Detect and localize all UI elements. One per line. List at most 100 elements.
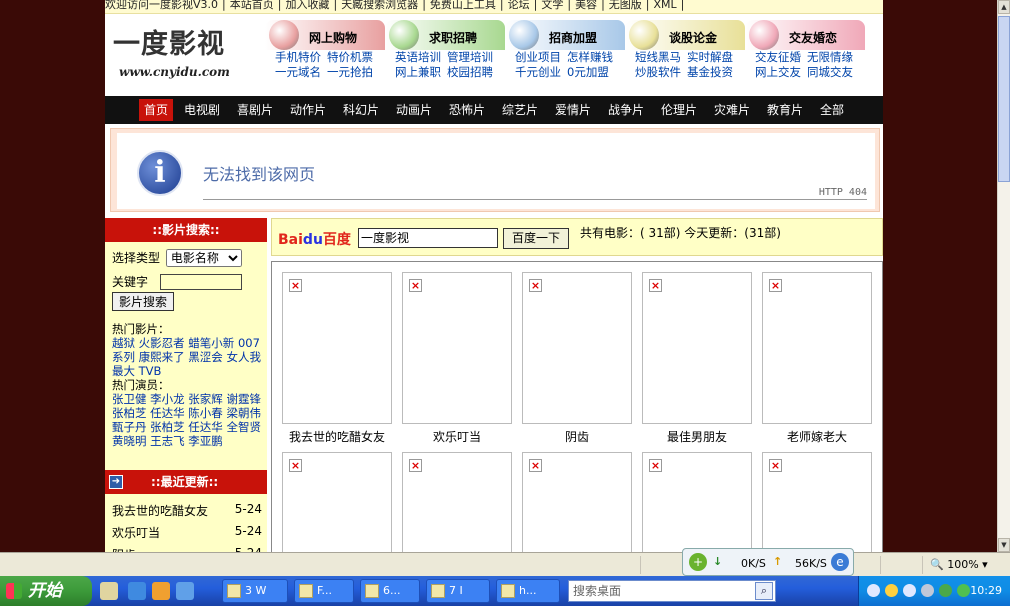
movie-poster[interactable]: × — [762, 272, 872, 424]
desktop-search[interactable]: 搜索桌面 ⌕ — [568, 580, 776, 602]
category-link[interactable]: 校园招聘 — [447, 65, 493, 79]
category-link[interactable]: 创业项目 — [515, 50, 561, 64]
category-link[interactable]: 同城交友 — [807, 65, 853, 79]
keyword-input[interactable] — [159, 273, 242, 290]
tray-icon[interactable] — [867, 584, 880, 597]
zoom-level[interactable]: 🔍 100% ▾ — [930, 558, 988, 571]
nav-item[interactable]: 综艺片 — [497, 99, 543, 121]
shield-icon[interactable] — [957, 584, 970, 597]
movie-poster[interactable]: × — [522, 452, 632, 552]
category-link[interactable]: 基金投资 — [687, 65, 733, 79]
movie-title[interactable]: 阴齿 — [522, 428, 632, 445]
category-link[interactable]: 0元加盟 — [567, 65, 609, 79]
category-link[interactable]: 网上兼职 — [395, 65, 441, 79]
baidu-search-button[interactable]: 百度一下 — [503, 228, 569, 249]
taskbar-window-button[interactable]: F... — [294, 579, 354, 603]
nav-item[interactable]: 伦理片 — [656, 99, 702, 121]
nav-item[interactable]: 教育片 — [762, 99, 808, 121]
movie-card[interactable]: × 老师嫁老大 — [762, 272, 872, 445]
volume-icon[interactable] — [921, 584, 934, 597]
movie-card[interactable]: × 阴齿 — [522, 272, 632, 445]
top-link[interactable]: XML — [654, 0, 677, 11]
category-link[interactable]: 网上交友 — [755, 65, 801, 79]
category-link[interactable]: 短线黑马 — [635, 50, 681, 64]
category-header[interactable]: 网上购物 — [265, 20, 385, 50]
taskbar-window-button[interactable]: 7 I — [426, 579, 490, 603]
movie-title[interactable]: 最佳男朋友 — [642, 428, 752, 445]
update-item[interactable]: 欢乐叮当 5-24 — [112, 524, 262, 541]
update-title[interactable]: 我去世的吃醋女友 — [112, 504, 208, 518]
top-link[interactable]: 美容 — [575, 0, 597, 11]
movie-card[interactable]: × — [282, 452, 392, 552]
top-link[interactable]: 欢迎访问一度影视V3.0 — [105, 0, 218, 11]
movie-card[interactable]: × — [402, 452, 512, 552]
category-link[interactable]: 千元创业 — [515, 65, 561, 79]
nav-item[interactable]: 恐怖片 — [444, 99, 490, 121]
category-link[interactable]: 英语培训 — [395, 50, 441, 64]
movie-title[interactable]: 欢乐叮当 — [402, 428, 512, 445]
category-link[interactable]: 一元域名 — [275, 65, 321, 79]
explorer-icon[interactable] — [176, 582, 194, 600]
taskbar-window-button[interactable]: 6... — [360, 579, 420, 603]
scroll-down-icon[interactable]: ▼ — [998, 538, 1010, 552]
nav-item[interactable]: 首页 — [139, 99, 174, 121]
nav-item[interactable]: 科幻片 — [338, 99, 384, 121]
movie-title[interactable]: 老师嫁老大 — [762, 428, 872, 445]
update-item[interactable]: 我去世的吃醋女友 5-24 — [112, 502, 262, 519]
movie-poster[interactable]: × — [402, 272, 512, 424]
nav-item[interactable]: 全部 — [815, 99, 849, 121]
category-link[interactable]: 管理培训 — [447, 50, 493, 64]
hot-actors-links[interactable]: 张卫健 李小龙 张家辉 谢霆锋 张柏芝 任达华 陈小春 梁朝伟 甄子丹 张柏芝 … — [112, 392, 264, 448]
top-link[interactable]: 无图版 — [609, 0, 642, 11]
category-link[interactable]: 怎样赚钱 — [567, 50, 613, 64]
movie-card[interactable]: × — [642, 452, 752, 552]
movie-poster[interactable]: × — [522, 272, 632, 424]
movie-poster[interactable]: × — [642, 452, 752, 552]
security-icon[interactable] — [939, 584, 952, 597]
movie-card[interactable]: × — [762, 452, 872, 552]
nav-item[interactable]: 灾难片 — [709, 99, 755, 121]
movie-poster[interactable]: × — [402, 452, 512, 552]
baidu-search-input[interactable]: 一度影视 — [358, 228, 498, 248]
movie-search-button[interactable]: 影片搜索 — [112, 292, 175, 311]
movie-card[interactable]: × 欢乐叮当 — [402, 272, 512, 445]
start-button[interactable]: 开始 — [0, 576, 92, 606]
movie-title[interactable]: 我去世的吃醋女友 — [282, 428, 392, 445]
nav-item[interactable]: 战争片 — [603, 99, 649, 121]
show-desktop-icon[interactable] — [100, 582, 118, 600]
category-link[interactable]: 交友征婚 — [755, 50, 801, 64]
scroll-up-icon[interactable]: ▲ — [998, 0, 1010, 14]
movie-poster[interactable]: × — [282, 452, 392, 552]
media-icon[interactable] — [152, 582, 170, 600]
update-title[interactable]: 欢乐叮当 — [112, 526, 160, 540]
movie-poster[interactable]: × — [762, 452, 872, 552]
taskbar-window-button[interactable]: 3 W — [222, 579, 288, 603]
ie-icon[interactable] — [128, 582, 146, 600]
qq-icon[interactable] — [885, 584, 898, 597]
nav-item[interactable]: 爱情片 — [550, 99, 596, 121]
vertical-scrollbar[interactable]: ▲ ▼ — [997, 0, 1010, 552]
hot-movies-links[interactable]: 越狱 火影忍者 蜡笔小新 007系列 康熙来了 黑涩会 女人我最大 TVB — [112, 336, 264, 378]
category-link[interactable]: 手机特价 — [275, 50, 321, 64]
category-link[interactable]: 炒股软件 — [635, 65, 681, 79]
category-link[interactable]: 一元抢拍 — [327, 65, 373, 79]
nav-item[interactable]: 喜剧片 — [232, 99, 278, 121]
top-link[interactable]: 免费山上工具 — [430, 0, 496, 11]
movie-card[interactable]: × 最佳男朋友 — [642, 272, 752, 445]
movie-poster[interactable]: × — [282, 272, 392, 424]
type-select[interactable]: 电影名称 — [165, 249, 242, 267]
movie-card[interactable]: × — [522, 452, 632, 552]
top-link[interactable]: 本站首页 — [230, 0, 274, 11]
search-icon[interactable]: ⌕ — [755, 582, 773, 600]
category-link[interactable]: 特价机票 — [327, 50, 373, 64]
category-header[interactable]: 交友婚恋 — [745, 20, 865, 50]
nav-item[interactable]: 电视剧 — [179, 99, 225, 121]
category-header[interactable]: 招商加盟 — [505, 20, 625, 50]
search-tray-icon[interactable] — [903, 584, 916, 597]
category-link[interactable]: 实时解盘 — [687, 50, 733, 64]
top-link[interactable]: 论坛 — [508, 0, 530, 11]
category-link[interactable]: 无限情缘 — [807, 50, 853, 64]
download-speed-widget[interactable]: + ↓ 0K/S ↑ 56K/S e — [682, 548, 854, 576]
taskbar-window-button[interactable]: h... — [496, 579, 560, 603]
nav-item[interactable]: 动作片 — [285, 99, 331, 121]
